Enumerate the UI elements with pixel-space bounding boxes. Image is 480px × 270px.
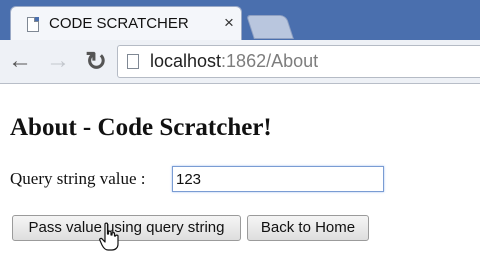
page-title: About - Code Scratcher! [10, 114, 272, 141]
hand-pointer-icon [99, 222, 119, 251]
page-icon [27, 17, 39, 32]
browser-tab[interactable]: CODE SCRATCHER × [10, 6, 242, 42]
url-text[interactable]: localhost:1862/About [150, 51, 318, 72]
close-icon[interactable]: × [224, 13, 234, 33]
page-icon [127, 54, 139, 69]
url-host: localhost [150, 51, 222, 71]
browser-toolbar: ← → ↻ localhost:1862/About [0, 40, 480, 84]
query-string-input[interactable] [172, 166, 384, 192]
reload-icon[interactable]: ↻ [82, 46, 110, 76]
url-path: :1862/About [221, 51, 319, 71]
tab-title: CODE SCRATCHER [49, 15, 189, 32]
browser-tab-strip: CODE SCRATCHER × [0, 0, 480, 42]
page-content: About - Code Scratcher! Query string val… [0, 84, 480, 270]
back-to-home-button[interactable]: Back to Home [247, 215, 369, 241]
query-string-label: Query string value : [10, 169, 146, 188]
address-bar[interactable]: localhost:1862/About [117, 45, 480, 78]
pass-value-button[interactable]: Pass value using query string [12, 215, 241, 241]
forward-arrow-icon[interactable]: → [44, 46, 72, 76]
new-tab-button[interactable] [246, 15, 294, 39]
back-arrow-icon[interactable]: ← [6, 46, 34, 76]
